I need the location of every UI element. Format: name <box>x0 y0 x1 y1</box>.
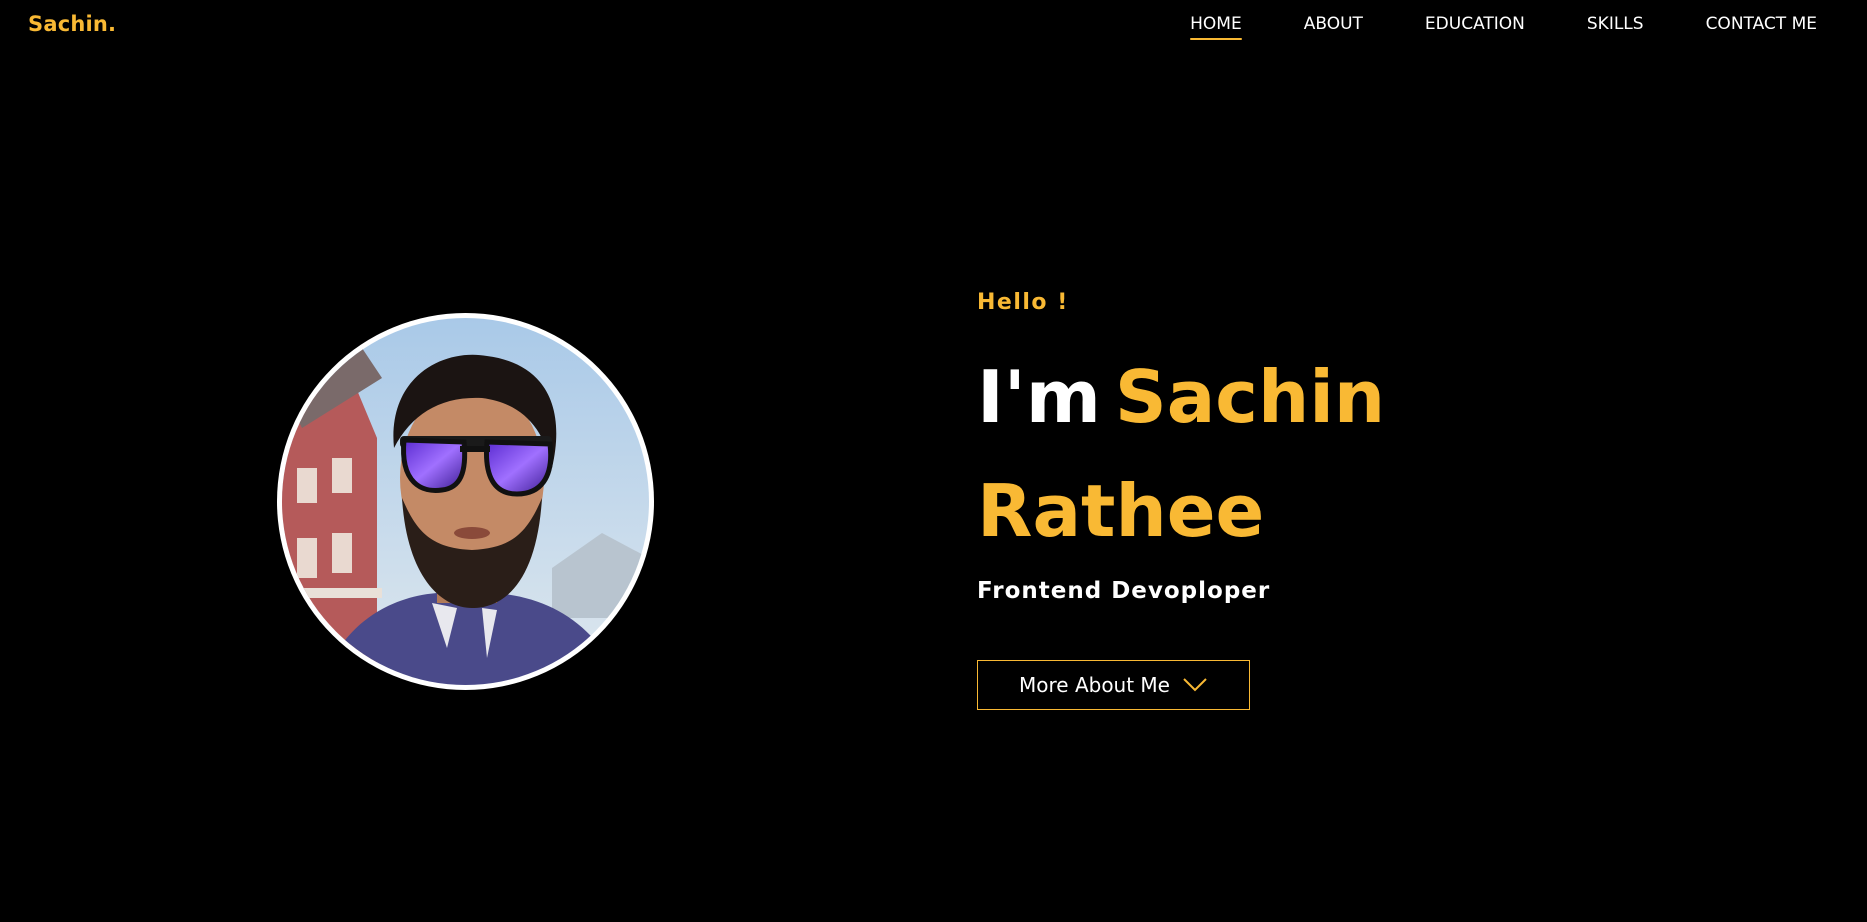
nav-links: HOME ABOUT EDUCATION SKILLS CONTACT ME <box>1128 0 1817 50</box>
navbar: Sachin. HOME ABOUT EDUCATION SKILLS CONT… <box>0 0 1867 50</box>
hero-headline: I'm Sachin Rathee <box>977 340 1457 568</box>
nav-item-contact-me[interactable]: CONTACT ME <box>1706 0 1817 50</box>
more-about-me-label: More About Me <box>1019 673 1170 697</box>
greeting-text: Hello ! <box>977 290 1069 315</box>
role-text: Frontend Devoploper <box>977 578 1271 604</box>
hero: Hello ! I'm Sachin Rathee Frontend Devopl… <box>977 290 1677 710</box>
logo[interactable]: Sachin. <box>28 12 116 36</box>
headline-prefix: I'm <box>977 355 1101 439</box>
nav-item-home[interactable]: HOME <box>1190 0 1242 50</box>
nav-item-education[interactable]: EDUCATION <box>1425 0 1525 50</box>
profile-photo-frame <box>277 313 654 690</box>
chevron-down-icon <box>1182 677 1208 693</box>
more-about-me-button[interactable]: More About Me <box>977 660 1250 710</box>
nav-item-about[interactable]: ABOUT <box>1304 0 1363 50</box>
nav-item-skills[interactable]: SKILLS <box>1587 0 1644 50</box>
profile-photo <box>282 318 649 685</box>
